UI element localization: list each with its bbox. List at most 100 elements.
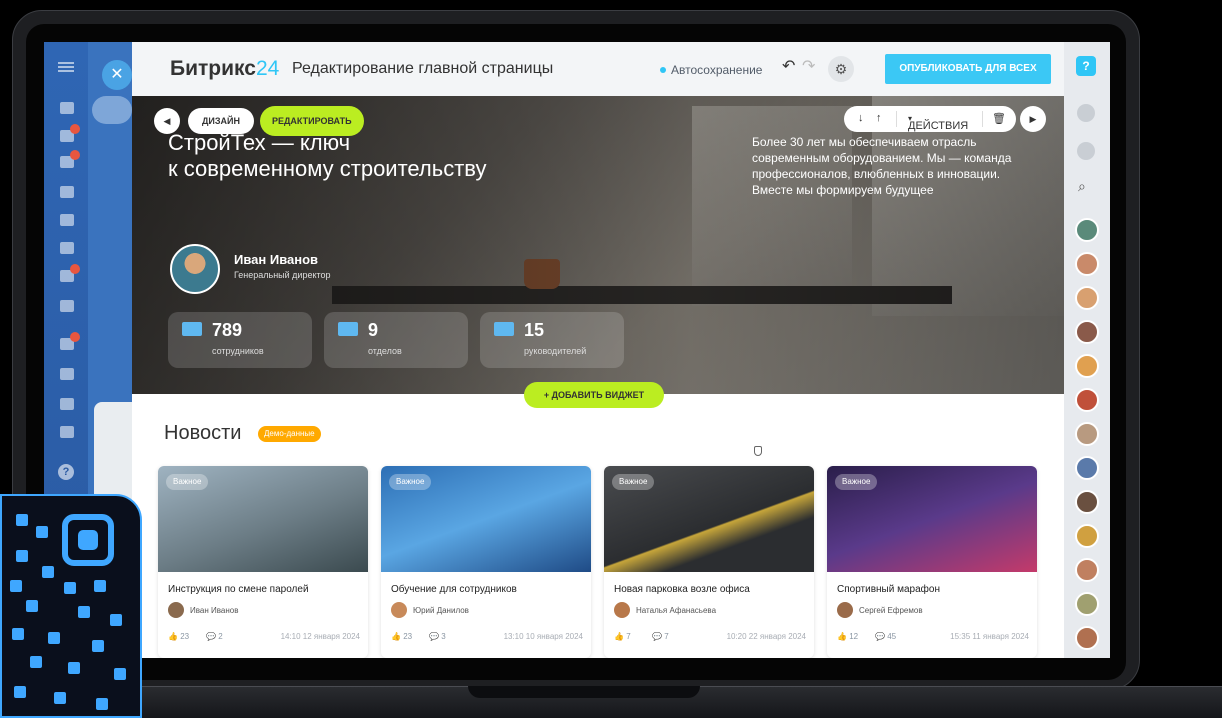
comments-count: 2 [218,632,223,641]
background-widget [92,96,132,124]
avatar[interactable] [170,244,220,294]
likes[interactable]: 👍 23 [391,632,412,641]
add-widget-button[interactable]: + ДОБАВИТЬ ВИДЖЕТ [524,382,664,408]
right-rail: ? ⌕ [1064,42,1110,658]
nav-item-more[interactable] [60,426,74,438]
close-icon[interactable]: ✕ [102,60,132,90]
search-icon[interactable]: ⌕ [1078,178,1086,195]
hamburger-icon[interactable] [58,62,74,72]
hero-title: СтройТех — ключ к современному строитель… [168,130,487,182]
chevron-right-icon[interactable]: ▶ [1020,106,1046,132]
stat-managers[interactable]: 15 руководителей [480,312,624,368]
news-title-text: Новая парковка возле офиса [614,584,750,595]
likes-count: 7 [626,632,631,641]
qr-module [64,582,76,594]
logo-text: Битрикс [170,57,256,80]
help-icon[interactable]: ? [1076,56,1096,76]
qr-module [78,606,90,618]
avatar[interactable] [1075,456,1099,480]
nav-item-analytics[interactable] [60,398,74,410]
comments[interactable]: 💬 7 [652,632,669,641]
likes[interactable]: 👍 23 [168,632,189,641]
autosave-dot [660,67,666,73]
chevron-left-icon[interactable]: ◀ [154,108,180,134]
qr-module [114,668,126,680]
nav-item-docs[interactable] [60,214,74,226]
divider [982,111,983,127]
avatar [391,602,407,618]
comments[interactable]: 💬 45 [875,632,896,641]
news-title: Новости [164,422,242,444]
qr-module [16,550,28,562]
qr-module [48,632,60,644]
qr-module [10,580,22,592]
qr-module [68,662,80,674]
avatar[interactable] [1075,354,1099,378]
actions-dropdown[interactable]: ДЕЙСТВИЯ ▾ [908,114,968,132]
comments[interactable]: 💬 3 [429,632,446,641]
nav-item-feed[interactable] [60,102,74,114]
news-date: 13:10 10 января 2024 [503,632,583,641]
news-card[interactable]: Важное Спортивный марафон Сергей Ефремов… [827,466,1037,658]
news-date: 15:35 11 января 2024 [950,632,1029,641]
publish-button[interactable]: ОПУБЛИКОВАТЬ ДЛЯ ВСЕХ [885,54,1051,84]
hero-description: Более 30 лет мы обеспечиваем отрасль сов… [752,135,1012,197]
redo-icon[interactable]: ↷ [802,56,815,76]
likes[interactable]: 👍 7 [614,632,631,641]
stat-departments[interactable]: 9 отделов [324,312,468,368]
avatar[interactable] [1075,524,1099,548]
gear-icon[interactable]: ⚙ [828,56,854,82]
news-tag: Важное [612,474,655,490]
likes[interactable]: 👍 12 [837,632,858,641]
divider [896,111,897,127]
nav-item-shop[interactable] [60,368,74,380]
nav-item-drive[interactable] [60,242,74,254]
news-author: Сергей Ефремов [859,606,923,615]
stat-label: сотрудников [212,346,264,356]
person-role: Генеральный директор [234,270,331,280]
undo-icon[interactable]: ↶ [782,56,795,76]
qr-module [36,526,48,538]
stat-label: руководителей [524,346,587,356]
editor-panel: Битрикс24 Редактирование главной страниц… [132,42,1064,658]
avatar[interactable] [1075,252,1099,276]
nav-badge [70,124,80,134]
news-card[interactable]: Важное Инструкция по смене паролей Иван … [158,466,368,658]
news-date: 10:20 22 января 2024 [726,632,806,641]
comments[interactable]: 💬 2 [206,632,223,641]
nav-item-groups[interactable] [60,300,74,312]
qr-module [14,686,26,698]
nav-item-calendar[interactable] [60,186,74,198]
edit-button[interactable]: РЕДАКТИРОВАТЬ [260,106,364,136]
users-icon [182,322,202,336]
avatar[interactable] [1075,592,1099,616]
stat-value: 15 [524,320,545,340]
avatar[interactable] [1075,558,1099,582]
screen: ? ✕ Битрикс24 Редактирование главной стр… [44,42,1110,658]
avatar[interactable] [1075,286,1099,310]
chat-icon[interactable] [1077,142,1095,160]
avatar [837,602,853,618]
stat-employees[interactable]: 789 сотрудников [168,312,312,368]
news-card[interactable]: Важное Новая парковка возле офиса Наталь… [604,466,814,658]
move-down-icon[interactable]: ↓ [858,112,864,124]
trash-icon[interactable]: 🗑 [992,112,1006,125]
avatar[interactable] [1075,388,1099,412]
move-up-icon[interactable]: ↑ [876,112,882,124]
design-button[interactable]: ДИЗАЙН [188,108,254,134]
logo-number: 24 [255,57,280,80]
qr-module [16,514,28,526]
avatar[interactable] [1075,626,1099,650]
news-title-text: Инструкция по смене паролей [168,584,309,595]
id-card-icon [338,322,358,336]
help-icon[interactable]: ? [58,464,74,480]
avatar[interactable] [1075,218,1099,242]
bell-icon[interactable] [1077,104,1095,122]
news-author: Наталья Афанасьева [636,606,717,615]
hero-title-line: к современному строительству [168,156,487,181]
avatar[interactable] [1075,490,1099,514]
avatar[interactable] [1075,320,1099,344]
news-card[interactable]: Важное Обучение для сотрудников Юрий Дан… [381,466,591,658]
avatar[interactable] [1075,422,1099,446]
nav-badge [70,332,80,342]
